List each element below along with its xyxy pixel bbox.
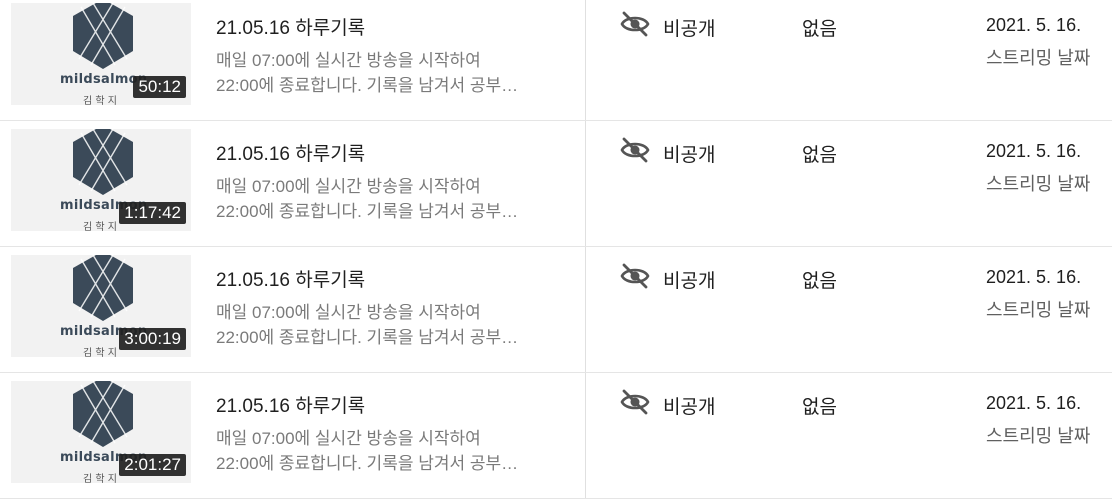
video-title[interactable]: 21.05.16 하루기록 [216, 13, 365, 40]
video-thumbnail[interactable]: mildsalmon 김 학 지 50:12 [11, 3, 191, 105]
video-description-line2: 22:00에 종료합니다. 기록을 남겨서 공부… [216, 76, 519, 95]
column-divider [585, 121, 586, 246]
video-thumbnail[interactable]: mildsalmon 김 학 지 1:17:42 [11, 129, 191, 231]
eye-off-icon[interactable] [620, 137, 650, 163]
video-date: 2021. 5. 16. [986, 15, 1082, 35]
visibility-status[interactable]: 비공개 [663, 140, 715, 167]
restrictions-value: 없음 [802, 397, 837, 418]
video-description-line1: 매일 07:00에 실시간 방송을 시작하여 [216, 303, 481, 322]
video-date: 2021. 5. 16. [986, 141, 1082, 161]
table-row[interactable]: mildsalmon 김 학 지 3:00:19 21.05.16 하루기록 매… [0, 247, 1112, 373]
video-duration-badge: 1:17:42 [119, 202, 186, 224]
video-description-line1: 매일 07:00에 실시간 방송을 시작하여 [216, 429, 481, 448]
video-date-type: 스트리밍 날짜 [986, 300, 1091, 320]
visibility-status[interactable]: 비공개 [663, 266, 715, 293]
video-duration-badge: 50:12 [133, 76, 186, 98]
video-date-type: 스트리밍 날짜 [986, 174, 1091, 194]
restrictions-value: 없음 [802, 19, 837, 40]
restrictions-value: 없음 [802, 271, 837, 292]
thumbnail-brand-subtext: 김 학 지 [83, 474, 117, 483]
thumbnail-brand-subtext: 김 학 지 [83, 348, 117, 357]
thumbnail-brand-subtext: 김 학 지 [83, 222, 117, 231]
video-date: 2021. 5. 16. [986, 393, 1082, 413]
video-description-line2: 22:00에 종료합니다. 기록을 남겨서 공부… [216, 202, 519, 221]
channel-logo-icon [73, 129, 133, 195]
table-row[interactable]: mildsalmon 김 학 지 50:12 21.05.16 하루기록 매일 … [0, 0, 1112, 121]
video-duration-badge: 2:01:27 [119, 454, 186, 476]
column-divider [585, 247, 586, 372]
video-thumbnail[interactable]: mildsalmon 김 학 지 3:00:19 [11, 255, 191, 357]
video-description-line1: 매일 07:00에 실시간 방송을 시작하여 [216, 177, 481, 196]
eye-off-icon[interactable] [620, 11, 650, 37]
video-description-line1: 매일 07:00에 실시간 방송을 시작하여 [216, 51, 481, 70]
channel-logo-icon [73, 3, 133, 69]
video-thumbnail[interactable]: mildsalmon 김 학 지 2:01:27 [11, 381, 191, 483]
video-duration-badge: 3:00:19 [119, 328, 186, 350]
eye-off-icon[interactable] [620, 389, 650, 415]
video-description-line2: 22:00에 종료합니다. 기록을 남겨서 공부… [216, 328, 519, 347]
video-date-type: 스트리밍 날짜 [986, 48, 1091, 68]
table-row[interactable]: mildsalmon 김 학 지 1:17:42 21.05.16 하루기록 매… [0, 121, 1112, 247]
video-title[interactable]: 21.05.16 하루기록 [216, 139, 365, 166]
column-divider [585, 0, 586, 120]
video-list: mildsalmon 김 학 지 50:12 21.05.16 하루기록 매일 … [0, 0, 1112, 501]
video-date-type: 스트리밍 날짜 [986, 426, 1091, 446]
column-divider [585, 373, 586, 498]
channel-logo-icon [73, 381, 133, 447]
visibility-status[interactable]: 비공개 [663, 392, 715, 419]
video-description-line2: 22:00에 종료합니다. 기록을 남겨서 공부… [216, 454, 519, 473]
video-date: 2021. 5. 16. [986, 267, 1082, 287]
video-title[interactable]: 21.05.16 하루기록 [216, 265, 365, 292]
video-title[interactable]: 21.05.16 하루기록 [216, 391, 365, 418]
eye-off-icon[interactable] [620, 263, 650, 289]
restrictions-value: 없음 [802, 145, 837, 166]
thumbnail-brand-subtext: 김 학 지 [83, 96, 117, 105]
visibility-status[interactable]: 비공개 [663, 14, 715, 41]
channel-logo-icon [73, 255, 133, 321]
table-row[interactable]: mildsalmon 김 학 지 2:01:27 21.05.16 하루기록 매… [0, 373, 1112, 499]
